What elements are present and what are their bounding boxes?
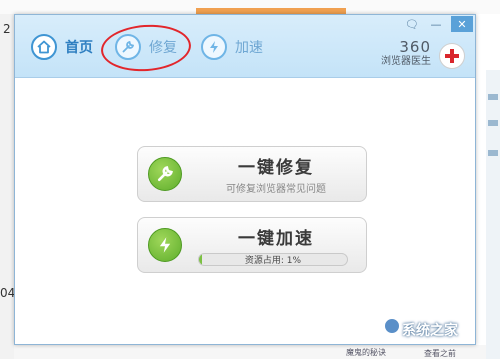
- close-button[interactable]: ✕: [451, 16, 473, 32]
- home-icon: [31, 34, 57, 60]
- minimize-button[interactable]: —: [425, 16, 447, 32]
- repair-subtitle: 可修复浏览器常见问题: [226, 184, 326, 195]
- brand-name: 浏览器医生: [381, 56, 431, 67]
- nav-speedup-label: 加速: [235, 40, 263, 56]
- menu-icon[interactable]: 🗨: [401, 16, 423, 32]
- annotation-red-circle: [99, 21, 193, 75]
- browser-doctor-window: 首页 修复 加速 🗨 — ✕ 360 浏览器医生 一键修复 可修复浏览器常见问题…: [14, 14, 476, 345]
- speedup-title: 一键加速: [238, 229, 314, 249]
- background-fragment-top: 2: [3, 22, 11, 36]
- brand-block: 360 浏览器医生: [381, 39, 431, 69]
- resource-usage-text: 资源占用: 1%: [244, 256, 302, 266]
- watermark-logo-icon: [384, 318, 400, 334]
- background-right-bar: [488, 150, 498, 156]
- lightning-icon: [148, 228, 182, 262]
- background-right-text: 查看之前: [424, 349, 456, 358]
- nav-home[interactable]: 首页: [31, 33, 93, 61]
- window-header: 首页 修复 加速 🗨 — ✕ 360 浏览器医生: [15, 15, 475, 78]
- brand-number: 360: [399, 38, 431, 56]
- background-right-bar: [488, 94, 498, 100]
- medical-cross-icon: [439, 43, 465, 69]
- background-fragment-bottom: 04: [0, 286, 16, 300]
- one-click-repair-button[interactable]: 一键修复 可修复浏览器常见问题: [137, 146, 367, 202]
- background-left-panel: [0, 14, 15, 359]
- background-bottom-strip: [14, 345, 486, 359]
- one-click-speedup-button[interactable]: 一键加速 资源占用: 1%: [137, 217, 367, 273]
- background-bottom-text: 魔鬼的秘诀: [346, 348, 386, 357]
- nav-home-label: 首页: [65, 40, 93, 56]
- background-right-panel: [486, 70, 500, 359]
- background-right-bar: [488, 120, 498, 126]
- repair-title: 一键修复: [238, 158, 314, 178]
- wrench-icon: [148, 157, 182, 191]
- resource-usage-bar: 资源占用: 1%: [198, 253, 348, 266]
- lightning-icon: [201, 34, 227, 60]
- watermark-text: 系统之家: [402, 323, 458, 339]
- nav-speedup[interactable]: 加速: [201, 33, 263, 61]
